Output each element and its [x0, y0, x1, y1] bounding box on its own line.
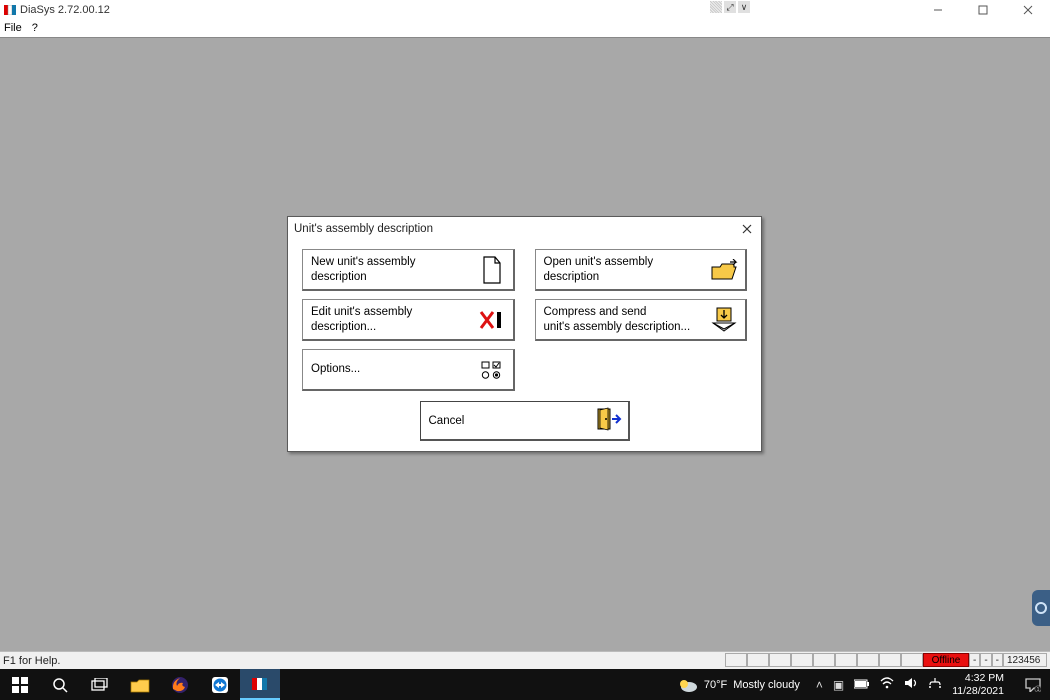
svg-text:1: 1 — [1037, 687, 1040, 692]
weather-icon — [678, 677, 698, 693]
taskbar-firefox[interactable] — [160, 669, 200, 700]
taskbar-teamviewer[interactable] — [200, 669, 240, 700]
tray-battery-icon[interactable] — [854, 678, 870, 692]
titlebar-widget-2[interactable]: ⤢ — [724, 1, 736, 13]
edit-assembly-label: Edit unit's assembly description... — [311, 305, 477, 334]
clock-date: 11/28/2021 — [952, 685, 1004, 697]
cancel-button[interactable]: Cancel — [420, 401, 630, 441]
app-logo-icon — [4, 5, 16, 15]
weather-cond: Mostly cloudy — [733, 679, 800, 691]
dialog-titlebar: Unit's assembly description — [288, 217, 761, 241]
window-title: DiaSys 2.72.00.12 — [20, 4, 110, 16]
clock-time: 4:32 PM — [952, 672, 1004, 684]
close-button[interactable] — [1005, 0, 1050, 19]
side-tab-widget[interactable] — [1032, 590, 1050, 626]
options-label: Options... — [311, 362, 477, 376]
side-tab-icon — [1035, 602, 1047, 614]
menubar: File ? — [0, 19, 1050, 37]
weather-temp: 70°F — [704, 679, 727, 691]
open-assembly-button[interactable]: Open unit's assembly description — [535, 249, 748, 291]
assembly-dialog: Unit's assembly description New unit's a… — [287, 216, 762, 452]
new-assembly-label: New unit's assembly description — [311, 255, 477, 284]
exit-door-icon — [596, 407, 622, 434]
dialog-title: Unit's assembly description — [294, 223, 433, 235]
start-button[interactable] — [0, 669, 40, 700]
taskbar-diasys[interactable] — [240, 669, 280, 700]
workspace: Unit's assembly description New unit's a… — [0, 37, 1050, 651]
tray-keyboard-icon[interactable] — [928, 677, 942, 692]
titlebar-widget-3[interactable]: ∨ — [738, 1, 750, 13]
status-tick-2: - — [980, 653, 991, 667]
options-button[interactable]: Options... — [302, 349, 515, 391]
search-button[interactable] — [40, 669, 80, 700]
taskbar-explorer[interactable] — [120, 669, 160, 700]
status-tick-1: - — [969, 653, 980, 667]
edit-x-icon — [477, 305, 507, 335]
window-controls — [915, 0, 1050, 19]
titlebar: DiaSys 2.72.00.12 ⤢ ∨ — [0, 0, 1050, 19]
status-help-text: F1 for Help. — [3, 655, 60, 667]
status-offline: Offline — [923, 653, 969, 667]
compress-send-button[interactable]: Compress and send unit's assembly descri… — [535, 299, 748, 341]
titlebar-widget-1[interactable] — [710, 1, 722, 13]
maximize-button[interactable] — [960, 0, 1005, 19]
taskbar-weather[interactable]: 70°F Mostly cloudy — [678, 677, 800, 693]
menu-file[interactable]: File — [4, 22, 22, 34]
dialog-close-button[interactable] — [739, 221, 755, 237]
titlebar-widgets: ⤢ ∨ — [710, 1, 750, 13]
tray-icon-1[interactable]: ▣ — [833, 678, 844, 692]
status-counter: 123456 — [1003, 653, 1047, 667]
minimize-button[interactable] — [915, 0, 960, 19]
cancel-label: Cancel — [429, 415, 596, 427]
system-tray[interactable]: ˄ ▣ — [816, 677, 942, 692]
options-icon — [477, 355, 507, 385]
tray-chevron-icon[interactable]: ˄ — [816, 678, 823, 692]
compress-send-label: Compress and send unit's assembly descri… — [544, 305, 710, 334]
status-cells — [725, 653, 923, 667]
new-document-icon — [477, 255, 507, 285]
tray-volume-icon[interactable] — [904, 677, 918, 692]
compress-send-icon — [709, 305, 739, 335]
open-folder-icon — [709, 255, 739, 285]
edit-assembly-button[interactable]: Edit unit's assembly description... — [302, 299, 515, 341]
tray-wifi-icon[interactable] — [880, 677, 894, 692]
taskbar: 70°F Mostly cloudy ˄ ▣ 4:32 PM 11/28/202… — [0, 669, 1050, 700]
notifications-button[interactable]: 1 — [1020, 669, 1046, 700]
task-view-button[interactable] — [80, 669, 120, 700]
open-assembly-label: Open unit's assembly description — [544, 255, 710, 284]
status-tick-3: - — [992, 653, 1003, 667]
new-assembly-button[interactable]: New unit's assembly description — [302, 249, 515, 291]
statusbar: F1 for Help. Offline - - - 123456 — [0, 651, 1050, 669]
taskbar-clock[interactable]: 4:32 PM 11/28/2021 — [952, 672, 1010, 696]
menu-help[interactable]: ? — [32, 22, 38, 34]
